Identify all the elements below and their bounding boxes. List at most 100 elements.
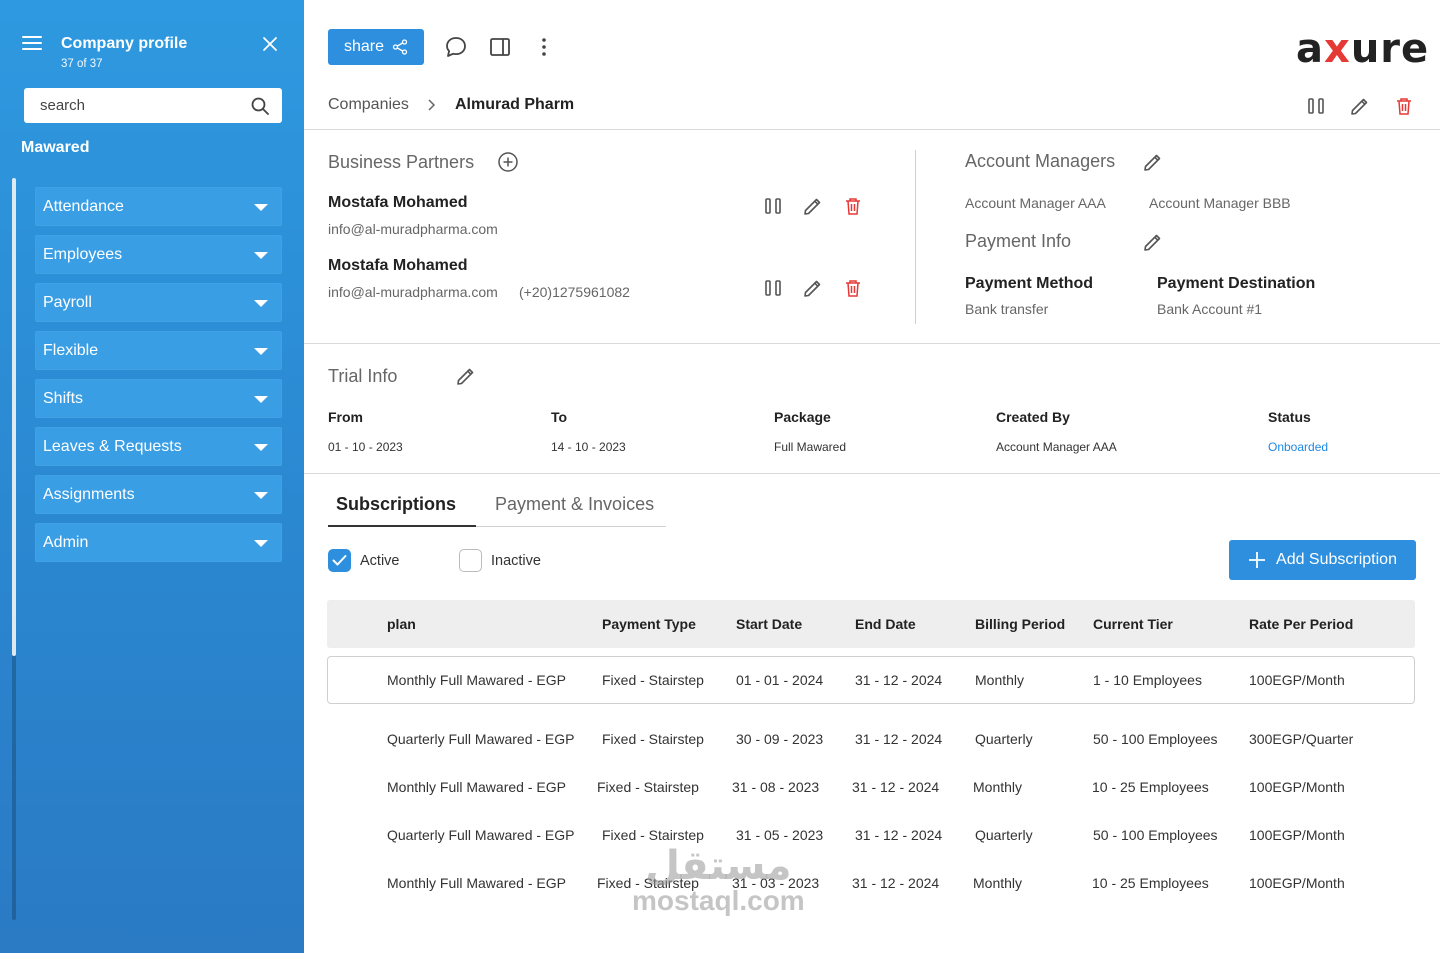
sidebar-item-employees[interactable]: Employees xyxy=(35,235,282,274)
delete-trash-icon[interactable] xyxy=(842,195,864,217)
active-label: Active xyxy=(360,553,400,569)
divider xyxy=(304,343,1440,344)
edit-pencil-icon[interactable] xyxy=(1142,231,1164,253)
active-checkbox[interactable] xyxy=(328,549,351,572)
column-header-billing-period[interactable]: Billing Period xyxy=(975,616,1065,632)
columns-icon[interactable] xyxy=(1305,95,1327,117)
breadcrumb-companies[interactable]: Companies xyxy=(328,96,409,114)
edit-pencil-icon[interactable] xyxy=(802,195,824,217)
sidebar-item-label: Assignments xyxy=(43,485,135,503)
caret-down-icon xyxy=(254,348,268,355)
share-label: share xyxy=(343,38,385,55)
cell-billing-period: Monthly xyxy=(975,672,1025,688)
cell-start-date: 01 - 01 - 2024 xyxy=(736,672,824,688)
cell-billing-period: Quarterly xyxy=(975,827,1033,843)
hamburger-menu-icon[interactable] xyxy=(22,36,42,52)
cell-end-date: 31 - 12 - 2024 xyxy=(855,827,943,843)
account-managers-title: Account Managers xyxy=(965,151,1116,171)
delete-trash-icon[interactable] xyxy=(1393,95,1415,117)
cell-rate: 100EGP/Month xyxy=(1249,875,1345,891)
edit-pencil-icon[interactable] xyxy=(1142,151,1164,173)
cell-rate: 300EGP/Quarter xyxy=(1249,731,1354,747)
caret-down-icon xyxy=(254,204,268,211)
add-circle-icon[interactable] xyxy=(497,151,519,173)
add-subscription-label: Add Subscription xyxy=(1276,551,1397,568)
column-header-rate-per-period[interactable]: Rate Per Period xyxy=(1249,616,1353,632)
column-header-current-tier[interactable]: Current Tier xyxy=(1093,616,1173,632)
trial-created-by-label: Created By xyxy=(996,409,1070,425)
sidebar-item-label: Employees xyxy=(43,245,123,263)
cell-rate: 100EGP/Month xyxy=(1249,827,1345,843)
check-icon xyxy=(332,555,347,566)
cell-billing-period: Monthly xyxy=(973,875,1023,891)
cell-payment-type: Fixed - Stairstep xyxy=(602,672,704,688)
column-header-plan[interactable]: plan xyxy=(387,616,416,632)
cell-billing-period: Monthly xyxy=(973,779,1023,795)
cell-rate: 100EGP/Month xyxy=(1249,779,1345,795)
columns-icon[interactable] xyxy=(762,277,784,299)
sidebar-item-label: Admin xyxy=(43,533,89,551)
sidebar-item-admin[interactable]: Admin xyxy=(35,523,282,562)
trial-to-value: 14 - 10 - 2023 xyxy=(551,440,626,454)
sidebar-item-leaves-requests[interactable]: Leaves & Requests xyxy=(35,427,282,466)
trial-to-label: To xyxy=(551,409,568,425)
add-subscription-button[interactable]: Add Subscription xyxy=(1229,540,1416,580)
edit-pencil-icon[interactable] xyxy=(455,365,477,387)
trial-package-label: Package xyxy=(774,409,831,425)
caret-down-icon xyxy=(254,252,268,259)
columns-icon[interactable] xyxy=(762,195,784,217)
share-icon xyxy=(392,39,408,55)
share-button[interactable]: share xyxy=(328,29,424,65)
payment-destination-value: Bank Account #1 xyxy=(1157,301,1263,317)
sidebar-item-flexible[interactable]: Flexible xyxy=(35,331,282,370)
sidebar-item-assignments[interactable]: Assignments xyxy=(35,475,282,514)
plus-icon xyxy=(1249,552,1266,568)
delete-trash-icon[interactable] xyxy=(842,277,864,299)
edit-pencil-icon[interactable] xyxy=(802,277,824,299)
tab-subscriptions[interactable]: Subscriptions xyxy=(336,494,456,515)
cell-end-date: 31 - 12 - 2024 xyxy=(855,731,943,747)
watermark-latin: mostaql.com xyxy=(632,885,805,916)
partner-email: info@al-muradpharma.com xyxy=(328,284,498,300)
cell-start-date: 31 - 05 - 2023 xyxy=(736,827,824,843)
sidebar-item-label: Attendance xyxy=(43,197,124,215)
partner-phone: (+20)1275961082 xyxy=(519,284,630,300)
inactive-checkbox[interactable] xyxy=(459,549,482,572)
search-icon[interactable] xyxy=(250,96,270,116)
comment-icon[interactable] xyxy=(444,35,468,59)
trial-status-label: Status xyxy=(1268,409,1311,425)
cell-end-date: 31 - 12 - 2024 xyxy=(852,779,940,795)
column-header-end-date[interactable]: End Date xyxy=(855,616,916,632)
payment-destination-label: Payment Destination xyxy=(1157,275,1316,292)
tab-payment-invoices[interactable]: Payment & Invoices xyxy=(495,494,654,515)
account-manager: Account Manager AAA xyxy=(965,195,1106,211)
cell-current-tier: 10 - 25 Employees xyxy=(1092,875,1209,891)
payment-method-value: Bank transfer xyxy=(965,301,1049,317)
cell-plan: Quarterly Full Mawared - EGP xyxy=(387,731,575,747)
breadcrumb-current: Almurad Pharm xyxy=(455,96,575,113)
cell-current-tier: 50 - 100 Employees xyxy=(1093,731,1218,747)
column-header-start-date[interactable]: Start Date xyxy=(736,616,802,632)
sidebar-item-shifts[interactable]: Shifts xyxy=(35,379,282,418)
watermark-arabic: مستقل xyxy=(645,843,792,889)
more-vertical-icon[interactable] xyxy=(532,35,556,59)
scrollbar-thumb[interactable] xyxy=(12,178,16,656)
cell-end-date: 31 - 12 - 2024 xyxy=(855,672,943,688)
chevron-right-icon xyxy=(428,99,436,111)
close-icon[interactable] xyxy=(261,35,279,53)
cell-plan: Monthly Full Mawared - EGP xyxy=(387,672,566,688)
cell-start-date: 30 - 09 - 2023 xyxy=(736,731,824,747)
sidebar-item-payroll[interactable]: Payroll xyxy=(35,283,282,322)
divider xyxy=(304,129,1440,130)
trial-package-value: Full Mawared xyxy=(774,440,847,454)
cell-current-tier: 10 - 25 Employees xyxy=(1092,779,1209,795)
window-icon[interactable] xyxy=(488,35,512,59)
edit-pencil-icon[interactable] xyxy=(1349,95,1371,117)
caret-down-icon xyxy=(254,492,268,499)
column-header-payment-type[interactable]: Payment Type xyxy=(602,616,696,632)
partner-name: Mostafa Mohamed xyxy=(328,257,468,274)
sidebar-item-attendance[interactable]: Attendance xyxy=(35,187,282,226)
trial-status-value[interactable]: Onboarded xyxy=(1268,440,1328,454)
sidebar-scrollbar[interactable] xyxy=(12,178,16,920)
search-input[interactable] xyxy=(40,97,250,114)
